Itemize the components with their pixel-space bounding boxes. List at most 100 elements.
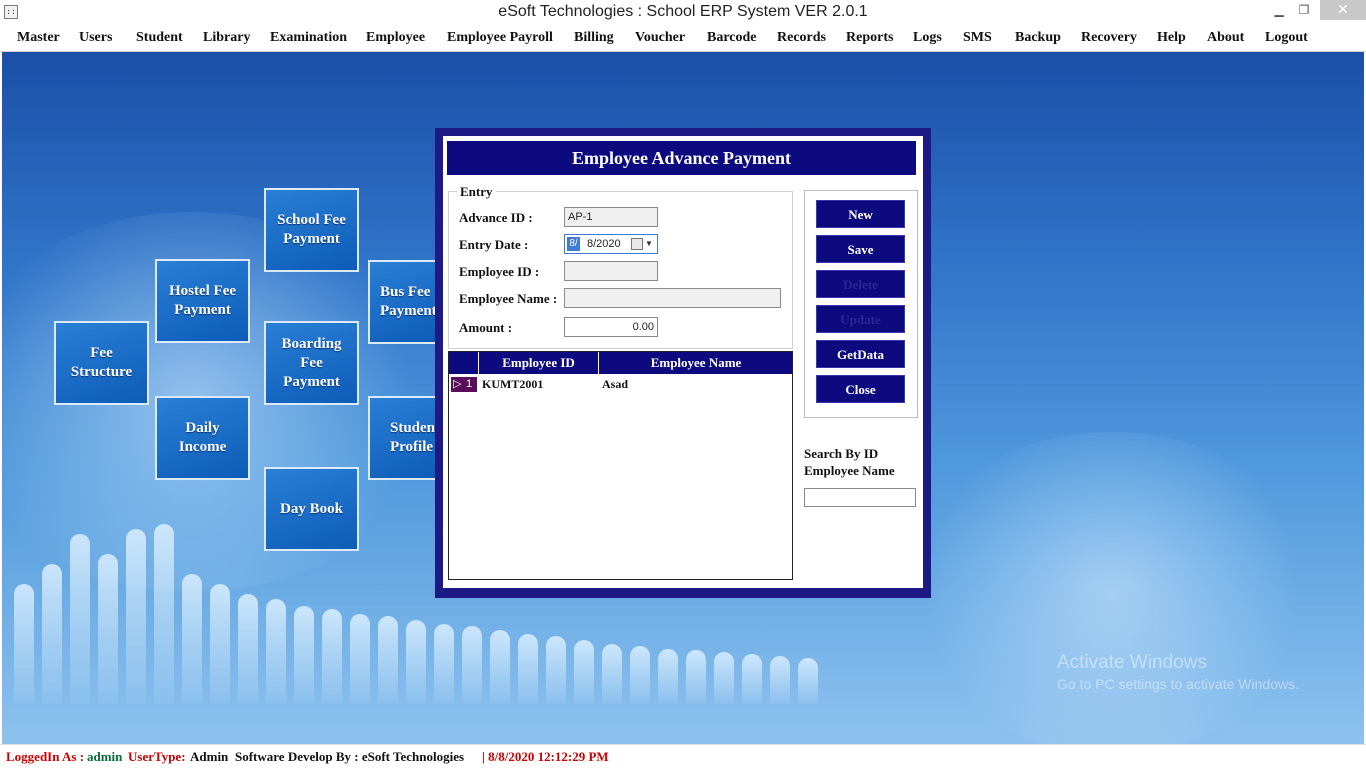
save-button[interactable]: Save: [816, 235, 905, 263]
background-bar: [602, 644, 622, 704]
advance-id-field[interactable]: AP-1: [564, 207, 658, 227]
background-bar: [770, 656, 790, 704]
search-input[interactable]: [804, 488, 916, 507]
tile-label: Payment: [174, 302, 231, 318]
title-bar: :: eSoft Technologies : School ERP Syste…: [0, 0, 1366, 26]
row-selector[interactable]: ▷ 1: [451, 377, 477, 392]
background-bar: [154, 524, 174, 704]
menu-billing[interactable]: Billing: [574, 30, 614, 46]
logged-in-label: LoggedIn As :: [6, 749, 85, 764]
menu-employee-payroll[interactable]: Employee Payroll: [447, 30, 553, 46]
tile-label: Fee: [90, 345, 113, 361]
new-button[interactable]: New: [816, 200, 905, 228]
background-bar: [98, 554, 118, 704]
tile-label: Daily: [185, 420, 220, 436]
logged-in-user: admin: [87, 749, 123, 764]
background-bar: [714, 652, 734, 704]
entry-legend: Entry: [457, 184, 496, 200]
tile-daily-income[interactable]: Daily Income: [155, 396, 250, 480]
column-employee-name[interactable]: Employee Name: [598, 352, 793, 374]
employee-id-label: Employee ID :: [459, 264, 540, 279]
calendar-icon[interactable]: [631, 238, 643, 250]
employee-advance-payment-dialog: Employee Advance Payment Entry Advance I…: [435, 128, 931, 598]
menu-voucher[interactable]: Voucher: [635, 30, 685, 46]
background-bar: [658, 649, 678, 704]
tile-label: Income: [178, 439, 227, 455]
grid-header: Employee ID Employee Name: [449, 352, 792, 374]
menu-records[interactable]: Records: [777, 30, 826, 46]
tile-day-book[interactable]: Day Book: [264, 467, 359, 551]
watermark-subtitle: Go to PC settings to activate Windows.: [1057, 676, 1299, 692]
tile-bus-fee-payment[interactable]: Bus Fee Payment: [368, 260, 443, 344]
watermark-title: Activate Windows: [1057, 652, 1207, 673]
cell-employee-id[interactable]: KUMT2001: [482, 377, 543, 392]
menu-sms[interactable]: SMS: [963, 30, 992, 46]
menu-help[interactable]: Help: [1157, 30, 1186, 46]
amount-field[interactable]: 0.00: [564, 317, 658, 337]
background-bar: [70, 534, 90, 704]
background-bar: [14, 584, 34, 704]
menu-backup[interactable]: Backup: [1015, 30, 1061, 46]
background-bar: [490, 630, 510, 704]
tile-label: Payment: [380, 303, 437, 319]
activate-windows-watermark: Activate Windows Go to PC settings to ac…: [1057, 652, 1299, 692]
menu-about[interactable]: About: [1207, 30, 1244, 46]
background-bar: [42, 564, 62, 704]
update-button[interactable]: Update: [816, 305, 905, 333]
background-bar: [322, 609, 342, 704]
background-bar: [630, 646, 650, 704]
getdata-button[interactable]: GetData: [816, 340, 905, 368]
menu-reports[interactable]: Reports: [846, 30, 893, 46]
search-label-line2: Employee Name: [804, 463, 895, 478]
close-window-button[interactable]: ✕: [1320, 0, 1366, 20]
usertype-label: UserType:: [128, 749, 186, 764]
tile-hostel-fee-payment[interactable]: Hostel Fee Payment: [155, 259, 250, 343]
menu-employee[interactable]: Employee: [366, 30, 425, 46]
advance-id-label: Advance ID :: [459, 210, 533, 225]
table-row[interactable]: ▷ 1 KUMT2001 Asad: [449, 374, 792, 394]
background-bar: [378, 616, 398, 704]
menu-recovery[interactable]: Recovery: [1081, 30, 1137, 46]
menu-student[interactable]: Student: [136, 30, 183, 46]
background-bar: [266, 599, 286, 704]
tile-fee-structure[interactable]: Fee Structure: [54, 321, 149, 405]
close-button[interactable]: Close: [816, 375, 905, 403]
entry-date-picker[interactable]: 8/ 8/2020 ▼: [564, 234, 658, 254]
entry-date-value: 8/2020: [587, 238, 621, 250]
menu-library[interactable]: Library: [203, 30, 250, 46]
tile-student-profile[interactable]: Student Profile: [368, 396, 443, 480]
entry-group: Entry Advance ID : AP-1 Entry Date : 8/ …: [448, 184, 793, 349]
employee-grid[interactable]: Employee ID Employee Name ▷ 1 KUMT2001 A…: [448, 351, 793, 580]
cell-employee-name[interactable]: Asad: [602, 377, 628, 392]
tile-label: Student: [390, 420, 441, 436]
window-title: eSoft Technologies : School ERP System V…: [498, 3, 868, 20]
tile-school-fee-payment[interactable]: School Fee Payment: [264, 188, 359, 272]
tile-label: Fee: [300, 354, 323, 371]
chevron-down-icon[interactable]: ▼: [645, 235, 653, 253]
tile-label: Day Book: [280, 500, 343, 517]
menu-users[interactable]: Users: [79, 30, 112, 46]
tile-label: Profile: [390, 439, 434, 455]
tile-label: Bus Fee: [380, 284, 431, 300]
tile-label: Payment: [283, 373, 340, 390]
search-label: Search By ID Employee Name: [804, 445, 895, 479]
background-lock-glow: [902, 432, 1322, 744]
delete-button[interactable]: Delete: [816, 270, 905, 298]
dialog-body: Employee Advance Payment Entry Advance I…: [443, 136, 923, 588]
column-employee-id[interactable]: Employee ID: [478, 352, 598, 374]
menu-master[interactable]: Master: [17, 30, 60, 46]
menu-examination[interactable]: Examination: [270, 30, 347, 46]
background-bar: [238, 594, 258, 704]
amount-label: Amount :: [459, 320, 513, 335]
developer-credit: Software Develop By : eSoft Technologies: [235, 749, 465, 764]
tile-boarding-fee-payment[interactable]: Boarding Fee Payment: [264, 321, 359, 405]
menu-logs[interactable]: Logs: [913, 30, 942, 46]
menu-logout[interactable]: Logout: [1265, 30, 1308, 46]
search-label-line1: Search By ID: [804, 446, 879, 461]
background-bar: [434, 624, 454, 704]
employee-id-field[interactable]: [564, 261, 658, 281]
employee-name-field[interactable]: [564, 288, 781, 308]
menu-barcode[interactable]: Barcode: [707, 30, 757, 46]
background-bar: [742, 654, 762, 704]
background-bar: [210, 584, 230, 704]
